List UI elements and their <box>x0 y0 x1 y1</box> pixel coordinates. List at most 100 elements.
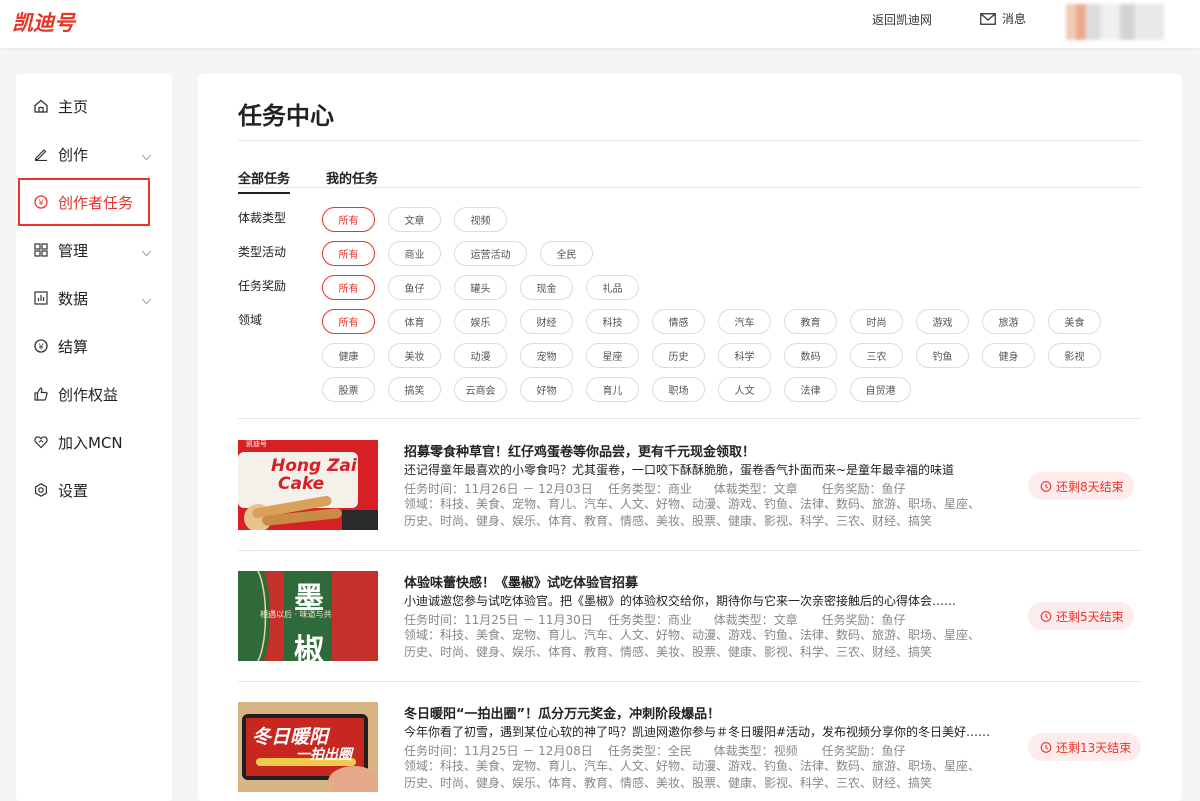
main-content: 任务中心 全部任务 我的任务 体裁类型 所有 文章 视频 类型活动 所有 商业 … <box>198 74 1182 801</box>
task-meta: 任务时间：11月25日 － 11月30日 任务类型：商业 体裁类型：文章 任务奖… <box>404 611 906 628</box>
sidebar-item-manage[interactable]: 管理 <box>16 226 172 274</box>
clock-icon <box>1040 611 1052 622</box>
filter-chip-domain[interactable]: 动漫 <box>454 343 507 368</box>
filter-chip-domain[interactable]: 所有 <box>322 309 375 334</box>
task-genre: 体裁类型：视频 <box>713 744 798 758</box>
sidebar-item-creator-tasks[interactable]: ¥ 创作者任务 <box>18 178 150 226</box>
sidebar-item-label: 创作 <box>58 145 89 164</box>
task-time: 任务时间：11月26日 － 12月03日 <box>404 482 593 496</box>
filter-chip-domain[interactable]: 自贸港 <box>850 377 911 402</box>
task-subtitle: 今年你看了初雪，遇到某位心软的神了吗？凯迪网邀你参与＃冬日暖阳#活动，发布视频分… <box>404 725 991 739</box>
filter-chip-domain[interactable]: 美食 <box>1048 309 1101 334</box>
filter-chip-domain[interactable]: 科学 <box>718 343 771 368</box>
sidebar-item-home[interactable]: 主页 <box>16 82 172 130</box>
filter-chip-domain[interactable]: 情感 <box>652 309 705 334</box>
filter-chip-domain[interactable]: 宠物 <box>520 343 573 368</box>
filter-chip-type-video[interactable]: 视频 <box>454 207 507 232</box>
task-thumbnail[interactable]: 凯迪号 Hong Zai Cake <box>238 440 378 530</box>
filter-chip-domain[interactable]: 钓鱼 <box>916 343 969 368</box>
sidebar-item-data[interactable]: 数据 <box>16 274 172 322</box>
svg-text:¥: ¥ <box>38 343 43 352</box>
filter-chip-domain[interactable]: 星座 <box>586 343 639 368</box>
sidebar-item-settlement[interactable]: ¥ 结算 <box>16 322 172 370</box>
clock-icon <box>1040 742 1052 753</box>
task-image-caption: Cake <box>278 474 325 494</box>
filter-chip-domain[interactable]: 娱乐 <box>454 309 507 334</box>
sidebar-item-label: 数据 <box>58 289 89 308</box>
mail-icon <box>980 12 996 25</box>
filter-chip-domain[interactable]: 育儿 <box>586 377 639 402</box>
filter-chip-domain[interactable]: 健康 <box>322 343 375 368</box>
filter-chip-activity-all[interactable]: 所有 <box>322 241 375 266</box>
gear-icon <box>33 482 49 498</box>
task-type: 任务类型：商业 <box>607 482 692 496</box>
filter-chip-domain[interactable]: 数码 <box>784 343 837 368</box>
filter-chip-domain[interactable]: 人文 <box>718 377 771 402</box>
filter-chip-domain[interactable]: 三农 <box>850 343 903 368</box>
filter-chip-domain[interactable]: 影视 <box>1048 343 1101 368</box>
filter-chip-reward-fish[interactable]: 鱼仔 <box>388 275 441 300</box>
thumbs-up-icon <box>33 386 49 402</box>
messages-label: 消息 <box>1002 12 1027 26</box>
filter-label-domain: 领域 <box>238 313 263 327</box>
yuan-settle-icon: ¥ <box>33 338 49 354</box>
task-genre: 体裁类型：文章 <box>713 482 798 496</box>
filter-chip-domain[interactable]: 教育 <box>784 309 837 334</box>
task-title[interactable]: 冬日暖阳“一拍出圈”！瓜分万元奖金，冲刺阶段爆品！ <box>404 703 720 722</box>
filter-chip-domain[interactable]: 游戏 <box>916 309 969 334</box>
filter-chip-domain[interactable]: 体育 <box>388 309 441 334</box>
divider <box>238 418 1142 419</box>
sidebar-item-join-mcn[interactable]: 加入MCN <box>16 418 172 466</box>
filter-chip-reward-gift[interactable]: 礼品 <box>586 275 639 300</box>
filter-chip-domain[interactable]: 健身 <box>982 343 1035 368</box>
filter-chip-activity-operations[interactable]: 运营活动 <box>454 241 527 266</box>
filter-chip-domain[interactable]: 职场 <box>652 377 705 402</box>
filter-chip-reward-can[interactable]: 罐头 <box>454 275 507 300</box>
filter-chip-domain[interactable]: 搞笑 <box>388 377 441 402</box>
svg-text:凯迪号: 凯迪号 <box>246 440 267 448</box>
filter-chip-domain[interactable]: 好物 <box>520 377 573 402</box>
filter-chip-domain[interactable]: 股票 <box>322 377 375 402</box>
filter-chip-domain[interactable]: 云商会 <box>454 377 507 402</box>
task-time: 任务时间：11月25日 － 12月08日 <box>404 744 593 758</box>
task-time: 任务时间：11月25日 － 11月30日 <box>404 613 593 627</box>
filter-chip-activity-business[interactable]: 商业 <box>388 241 441 266</box>
task-thumbnail[interactable]: 冬日暖阳 一拍出圈 <box>238 702 378 792</box>
clock-icon <box>1040 481 1052 492</box>
task-domains: 领域：科技、美食、宠物、育儿、汽车、人文、好物、动漫、游戏、钓鱼、法律、数码、旅… <box>404 497 981 528</box>
task-subtitle: 小迪诚邀您参与试吃体验官。把《墨椒》的体验权交给你，期待你与它来一次亲密接触后的… <box>404 594 957 608</box>
filter-chip-type-article[interactable]: 文章 <box>388 207 441 232</box>
filter-chip-type-all[interactable]: 所有 <box>322 207 375 232</box>
filter-chip-activity-public[interactable]: 全民 <box>540 241 593 266</box>
task-title[interactable]: 体验味蕾快感！《墨椒》试吃体验官招募 <box>404 572 638 591</box>
sidebar-item-settings[interactable]: 设置 <box>16 466 172 514</box>
task-title[interactable]: 招募零食种草官！红仔鸡蛋卷等你品尝，更有千元现金领取！ <box>404 441 755 460</box>
task-type: 任务类型：全民 <box>607 744 692 758</box>
filter-chip-reward-all[interactable]: 所有 <box>322 275 375 300</box>
sidebar-item-label: 结算 <box>58 337 89 356</box>
task-thumbnail[interactable]: 墨 椒 相遇以后 · 味道与共 <box>238 571 378 661</box>
task-meta: 任务时间：11月25日 － 12月08日 任务类型：全民 体裁类型：视频 任务奖… <box>404 742 906 759</box>
filter-chip-domain[interactable]: 财经 <box>520 309 573 334</box>
tab-all-tasks[interactable]: 全部任务 <box>238 168 291 194</box>
filter-chip-domain[interactable]: 科技 <box>586 309 639 334</box>
filter-label-activity: 类型活动 <box>238 245 287 259</box>
filter-chip-domain[interactable]: 历史 <box>652 343 705 368</box>
back-to-site-link[interactable]: 返回凯迪网 <box>872 11 932 28</box>
filter-chip-domain[interactable]: 美妆 <box>388 343 441 368</box>
user-avatar[interactable] <box>1066 4 1164 40</box>
brand-logo[interactable]: 凯迪号 <box>12 7 75 37</box>
filter-chip-domain[interactable]: 时尚 <box>850 309 903 334</box>
sidebar-item-label: 管理 <box>58 241 89 260</box>
filter-chip-domain[interactable]: 旅游 <box>982 309 1035 334</box>
sidebar-item-create[interactable]: 创作 <box>16 130 172 178</box>
tab-my-tasks[interactable]: 我的任务 <box>326 168 378 187</box>
yuan-circle-icon: ¥ <box>33 194 49 210</box>
filter-chip-reward-cash[interactable]: 现金 <box>520 275 573 300</box>
sidebar-item-creator-rights[interactable]: 创作权益 <box>16 370 172 418</box>
messages-link[interactable]: 消息 <box>980 10 1026 27</box>
task-reward: 任务奖励：鱼仔 <box>821 744 906 758</box>
filter-chip-domain[interactable]: 汽车 <box>718 309 771 334</box>
filter-chip-domain[interactable]: 法律 <box>784 377 837 402</box>
remaining-days: 还剩13天结束 <box>1056 740 1132 755</box>
